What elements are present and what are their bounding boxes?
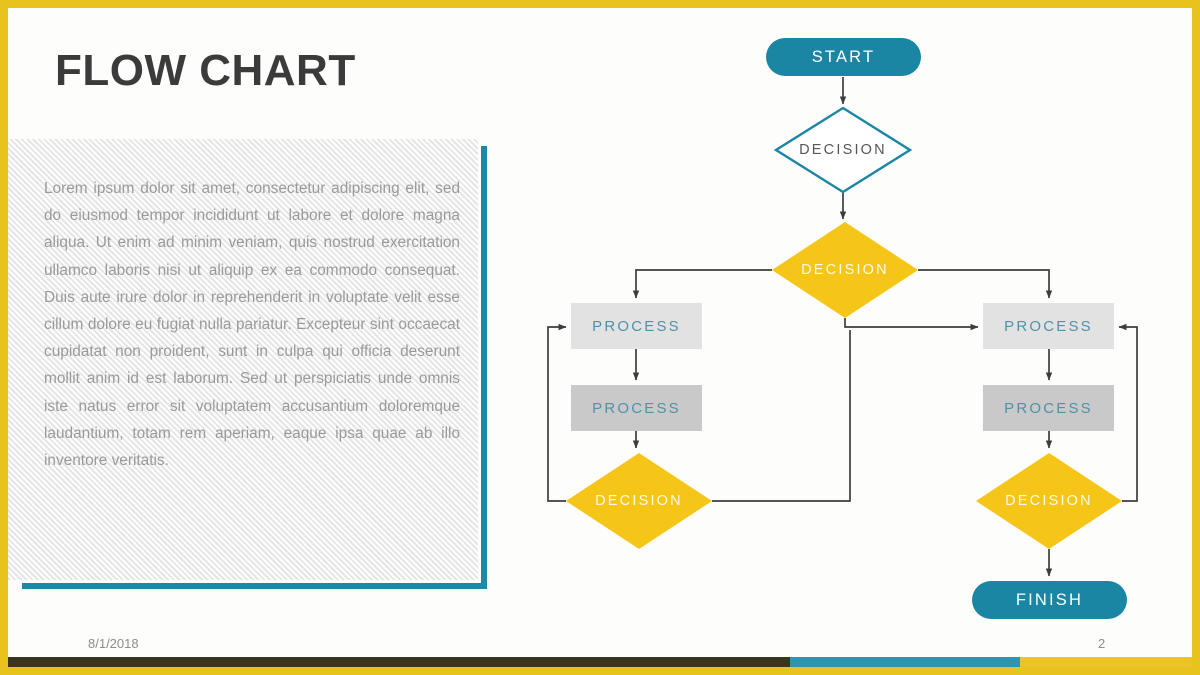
footer-bar-dark: [8, 657, 790, 667]
process-node-right-2[interactable]: PROCESS: [983, 385, 1114, 431]
process-node-left-1[interactable]: PROCESS: [571, 303, 702, 349]
start-node[interactable]: START: [766, 38, 921, 76]
frame-border-top: [0, 0, 1200, 8]
edge-decision2-process_r1: [918, 269, 1053, 299]
edge-decision3-loop-process_l1: [547, 323, 567, 502]
slide-canvas: FLOW CHART Lorem ipsum dolor sit amet, c…: [0, 0, 1200, 675]
start-node-label: START: [811, 47, 876, 66]
finish-node-label: FINISH: [1015, 590, 1084, 609]
process-node-right-2-label: PROCESS: [1004, 399, 1093, 417]
process-node-right-1[interactable]: PROCESS: [983, 303, 1114, 349]
decision-node-4-shape[interactable]: [976, 453, 1122, 549]
edge-decision2-bottom-process_r1: [844, 318, 979, 331]
decision-node-2-shape[interactable]: [772, 222, 918, 318]
edge-decision4-loop-process_r1: [1118, 323, 1138, 502]
frame-border-left: [0, 0, 8, 675]
process-node-right-1-label: PROCESS: [1004, 317, 1093, 335]
decision-node-3-shape[interactable]: [566, 453, 712, 549]
page-title: FLOW CHART: [55, 46, 356, 95]
footer-bar-yellow: [1020, 657, 1192, 667]
footer-bar-teal: [790, 657, 1020, 667]
frame-border-right: [1192, 0, 1200, 675]
edge-decision3-process_r1: [712, 330, 851, 502]
frame-border-bottom: [0, 667, 1200, 675]
slide-page-number: 2: [1098, 636, 1106, 651]
process-node-left-1-label: PROCESS: [592, 317, 681, 335]
process-node-left-2[interactable]: PROCESS: [571, 385, 702, 431]
slide-date: 8/1/2018: [88, 636, 139, 651]
decision-node-1-shape[interactable]: [773, 106, 913, 194]
edge-decision2-process_l1: [632, 269, 772, 299]
process-node-left-2-label: PROCESS: [592, 399, 681, 417]
finish-node[interactable]: FINISH: [972, 581, 1127, 619]
